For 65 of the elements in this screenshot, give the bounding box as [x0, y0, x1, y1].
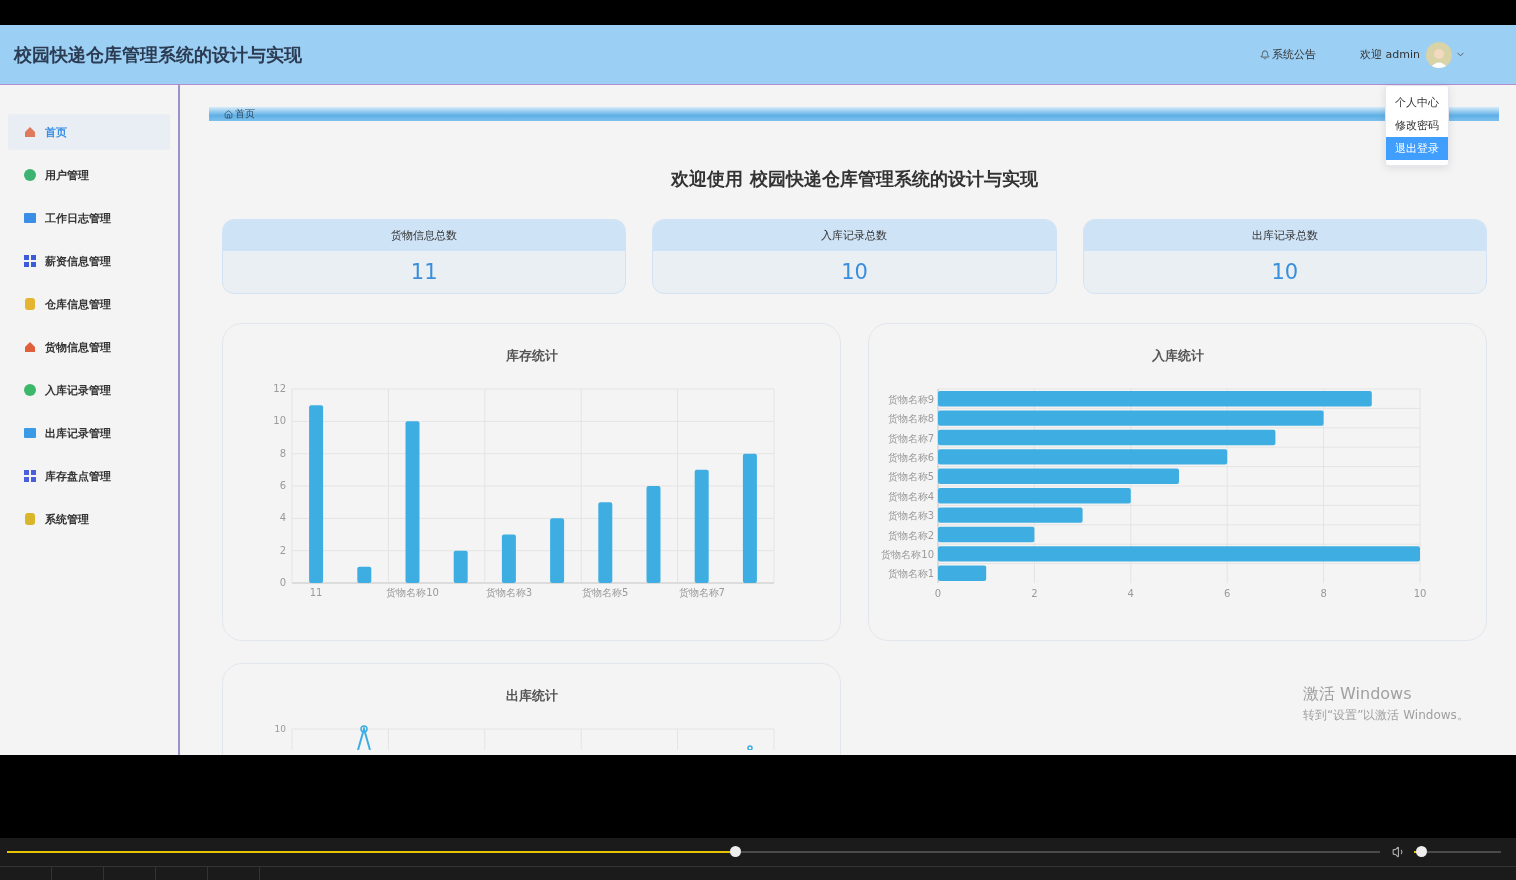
axis-tick-label: 6: [279, 480, 286, 491]
axis-tick-label: 2: [1031, 588, 1038, 599]
axis-tick-label: 2: [279, 544, 286, 556]
sidebar-item[interactable]: 入库记录管理: [8, 372, 170, 408]
axis-tick-label: 货物名称3: [887, 510, 934, 522]
stat-value: 10: [1270, 259, 1300, 286]
breadcrumb-link[interactable]: 首页: [235, 107, 255, 121]
axis-tick-label: 0: [934, 588, 942, 599]
axis-tick-label: 10: [273, 415, 286, 427]
welcome-title: 欢迎使用 校园快递仓库管理系统的设计与实现: [669, 167, 1039, 191]
sidebar-item[interactable]: 用户管理: [8, 157, 170, 193]
bar: [453, 550, 468, 583]
notice-link[interactable]: 系统公告: [1260, 47, 1317, 62]
sidebar-item[interactable]: 仓库信息管理: [8, 286, 170, 322]
bar: [550, 518, 565, 583]
stat-value: 10: [840, 259, 869, 286]
stat-label: 入库记录总数: [653, 220, 1056, 251]
app-title: 校园快递仓库管理系统的设计与实现: [14, 42, 303, 67]
axis-tick-label: 4: [1127, 588, 1134, 599]
axis-tick-label: 货物名称5: [582, 587, 629, 598]
sidebar-item[interactable]: 系统管理: [8, 501, 170, 537]
axis-tick-label: 4: [279, 512, 286, 524]
axis-tick-label: 货物名称10: [881, 548, 934, 560]
volume-thumb[interactable]: [1415, 846, 1427, 857]
stat-label: 出库记录总数: [1083, 220, 1486, 251]
axis-tick-label: 8: [1320, 588, 1327, 599]
axis-tick-label: 10: [274, 724, 286, 734]
axis-tick-label: 8: [279, 447, 286, 459]
axis-tick-label: 6: [1224, 588, 1231, 599]
home-icon: [224, 109, 233, 119]
sidebar-item[interactable]: 货物信息管理: [8, 329, 170, 365]
axis-tick-label: 货物名称3: [485, 587, 533, 598]
sidebar-item[interactable]: 薪资信息管理: [8, 243, 170, 279]
menu-item[interactable]: 个人中心: [1386, 91, 1448, 114]
stat-label: 货物信息总数: [223, 220, 626, 251]
chart-title: 库存统计: [504, 347, 559, 365]
bar: [357, 566, 372, 583]
axis-tick-label: 10: [1413, 588, 1427, 599]
axis-tick-label: 货物名称8: [887, 413, 934, 425]
welcome-text: 欢迎 admin: [1360, 47, 1420, 62]
axis-tick-label: 货物名称5: [887, 471, 934, 483]
stat-value: 11: [409, 259, 439, 286]
axis-tick-label: 12: [273, 383, 286, 394]
chart-title: 入库统计: [1150, 347, 1205, 365]
activation-text: 转到“设置”以激活 Windows。: [1303, 707, 1469, 724]
sidebar-item[interactable]: 工作日志管理: [8, 200, 170, 236]
axis-tick-label: 0: [279, 577, 286, 588]
chart-title: 出库统计: [504, 687, 559, 705]
axis-tick-label: 货物名称2: [887, 529, 934, 541]
axis-tick-label: 货物名称4: [887, 490, 934, 502]
menu-item[interactable]: 修改密码: [1386, 114, 1448, 137]
sidebar-item[interactable]: 出库记录管理: [8, 415, 170, 451]
bar: [938, 565, 987, 581]
axis-tick-label: 货物名称10: [386, 587, 439, 598]
progress-thumb[interactable]: [729, 846, 741, 857]
bar: [501, 534, 516, 583]
axis-tick-label: 货物名称9: [887, 393, 934, 405]
activation-title: 激活 Windows: [1303, 684, 1413, 705]
axis-tick-label: 货物名称7: [887, 432, 934, 444]
axis-tick-label: 货物名称7: [678, 587, 725, 598]
axis-tick-label: 货物名称6: [887, 451, 934, 463]
axis-tick-label: 11: [309, 587, 323, 598]
bell-icon: [1260, 49, 1271, 60]
sidebar-item[interactable]: 库存盘点管理: [8, 458, 170, 494]
axis-tick-label: 货物名称1: [887, 568, 934, 580]
